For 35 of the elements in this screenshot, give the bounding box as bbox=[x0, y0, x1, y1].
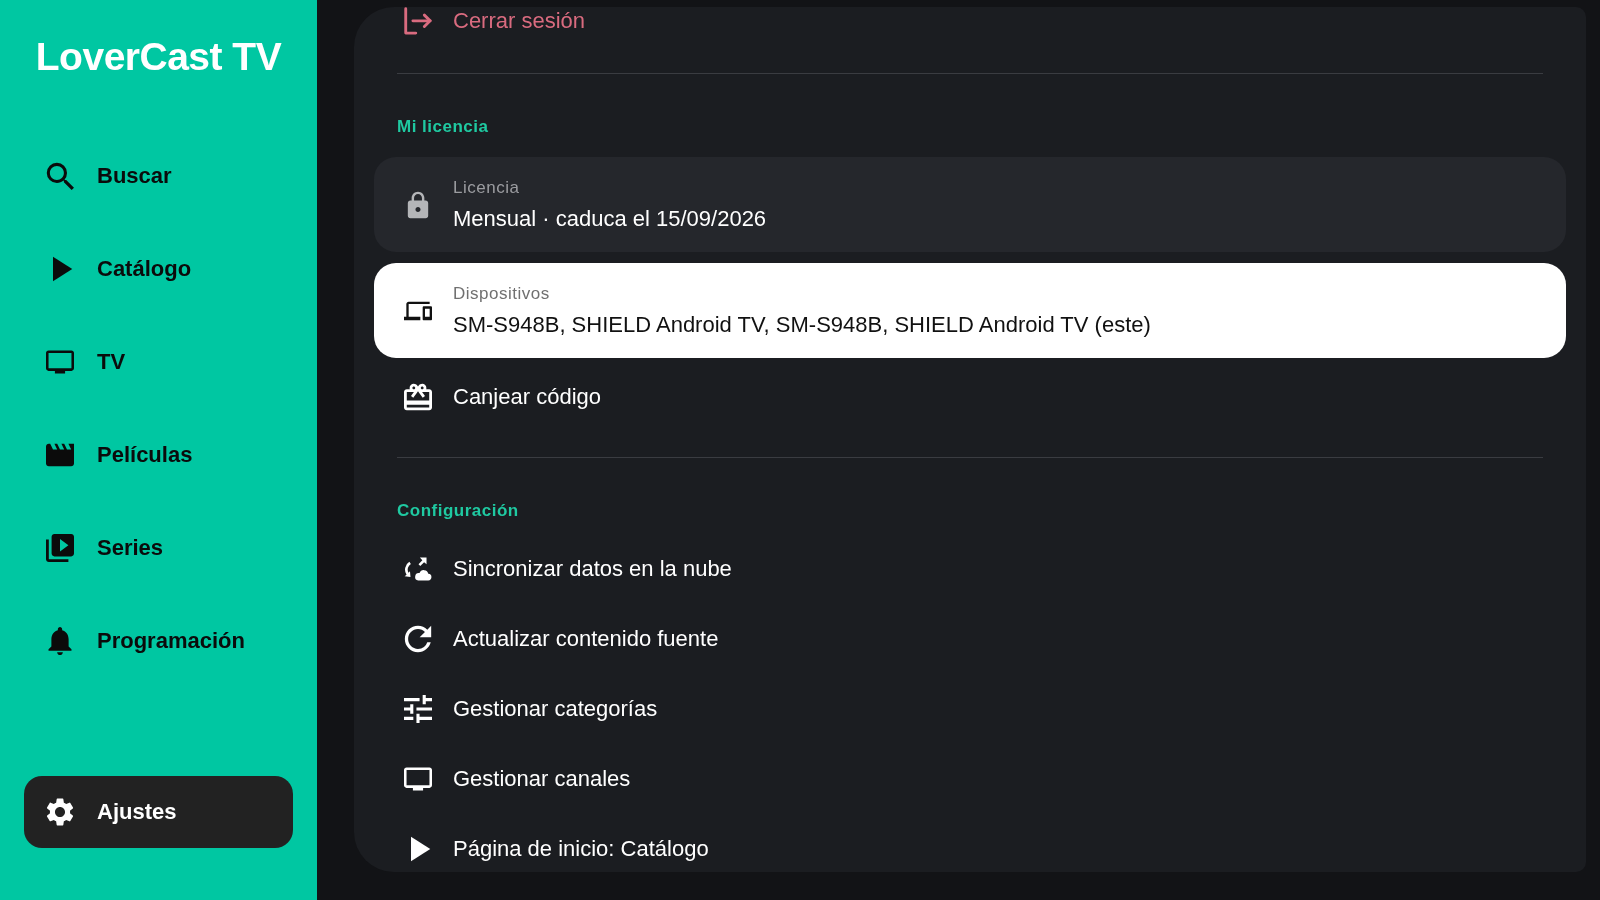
app-logo: LoverCast TV bbox=[34, 34, 283, 80]
video-stack-icon bbox=[46, 534, 74, 562]
sidebar-item[interactable]: Programación bbox=[24, 605, 293, 677]
setting-label: Dispositivos bbox=[453, 282, 551, 305]
setting-item[interactable]: Sincronizar datos en la nube bbox=[374, 547, 1566, 591]
sidebar-item[interactable]: Buscar bbox=[24, 140, 293, 212]
clapperboard-icon bbox=[46, 441, 74, 469]
setting-item[interactable]: Actualizar contenido fuente bbox=[374, 617, 1566, 661]
cloud-sync-icon bbox=[404, 555, 432, 583]
logout-icon bbox=[404, 7, 432, 35]
sliders-icon bbox=[404, 695, 432, 723]
sidebar-item[interactable]: TV bbox=[24, 326, 293, 398]
setting-value: SM-S948B, SHIELD Android TV, SM-S948B, SHIELD Android TV (este) bbox=[453, 310, 1151, 339]
refresh-icon bbox=[404, 625, 432, 653]
setting-card[interactable]: Dispositivos SM-S948B, SHIELD Android TV, SM-S948B, SHIELD Android TV (este) bbox=[374, 263, 1566, 358]
setting-item[interactable]: Gestionar canales bbox=[374, 757, 1566, 801]
sidebar-item[interactable]: Catálogo bbox=[24, 233, 293, 305]
setting-label: Licencia bbox=[453, 176, 521, 199]
monitor-icon bbox=[404, 765, 432, 793]
sidebar-item[interactable]: Películas bbox=[24, 419, 293, 491]
settings-icon bbox=[46, 798, 74, 826]
sidebar-item[interactable]: Ajustes bbox=[24, 776, 293, 848]
section-heading: Mi licencia bbox=[396, 116, 490, 138]
setting-card[interactable]: Licencia Mensual · caduca el 15/09/2026 bbox=[374, 157, 1566, 252]
monitor-icon bbox=[46, 348, 74, 376]
search-icon bbox=[46, 162, 74, 190]
setting-item[interactable]: Canjear código bbox=[374, 375, 1566, 419]
setting-item[interactable]: Gestionar categorías bbox=[374, 687, 1566, 731]
sidebar-item[interactable]: Series bbox=[24, 512, 293, 584]
setting-value: Mensual · caduca el 15/09/2026 bbox=[453, 204, 767, 233]
gift-card-icon bbox=[404, 383, 432, 411]
section-heading: Configuración bbox=[396, 500, 520, 522]
logout-item[interactable]: Cerrar sesión bbox=[374, 7, 1566, 35]
bell-icon bbox=[46, 627, 74, 655]
setting-item[interactable]: Página de inicio: Catálogo bbox=[374, 827, 1566, 871]
